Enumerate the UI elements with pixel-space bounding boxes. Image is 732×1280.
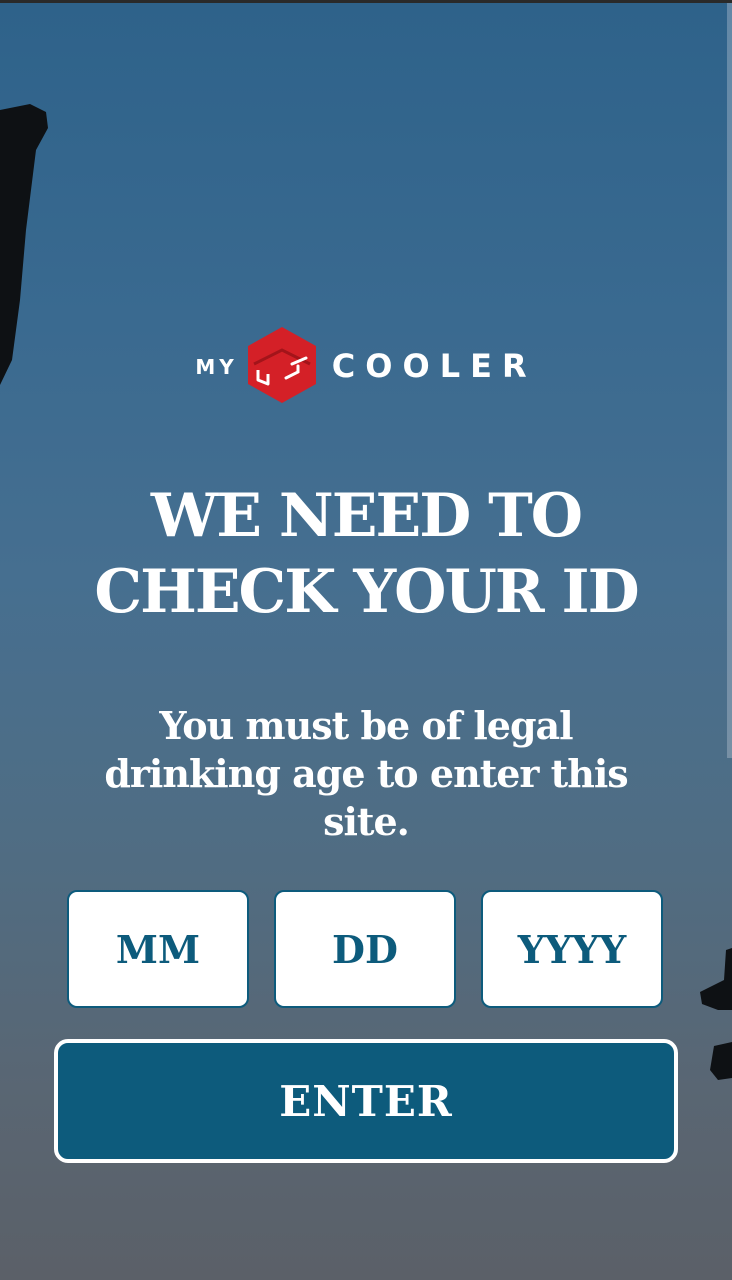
page-title-line-1: WE NEED TO: [150, 481, 583, 551]
status-bar-strip: [0, 0, 732, 3]
page-title: WE NEED TO CHECK YOUR ID: [0, 478, 732, 630]
logo-name: COOLER: [331, 347, 537, 385]
hand-silhouette: [700, 948, 732, 1080]
enter-button-label: ENTER: [279, 1076, 453, 1126]
cooler-box-icon: [247, 327, 316, 403]
age-requirement-text: You must be of legal drinking age to ent…: [104, 703, 628, 844]
year-input[interactable]: YYYY: [481, 890, 663, 1008]
logo-prefix: MY: [195, 355, 238, 379]
year-placeholder: YYYY: [517, 926, 627, 972]
day-input[interactable]: DD: [274, 890, 456, 1008]
brand-logo: MY COOLER: [0, 326, 732, 404]
month-placeholder: MM: [115, 926, 201, 972]
enter-button[interactable]: ENTER: [54, 1039, 678, 1163]
day-placeholder: DD: [332, 926, 398, 972]
page-title-line-2: CHECK YOUR ID: [94, 557, 639, 627]
month-input[interactable]: MM: [67, 890, 249, 1008]
